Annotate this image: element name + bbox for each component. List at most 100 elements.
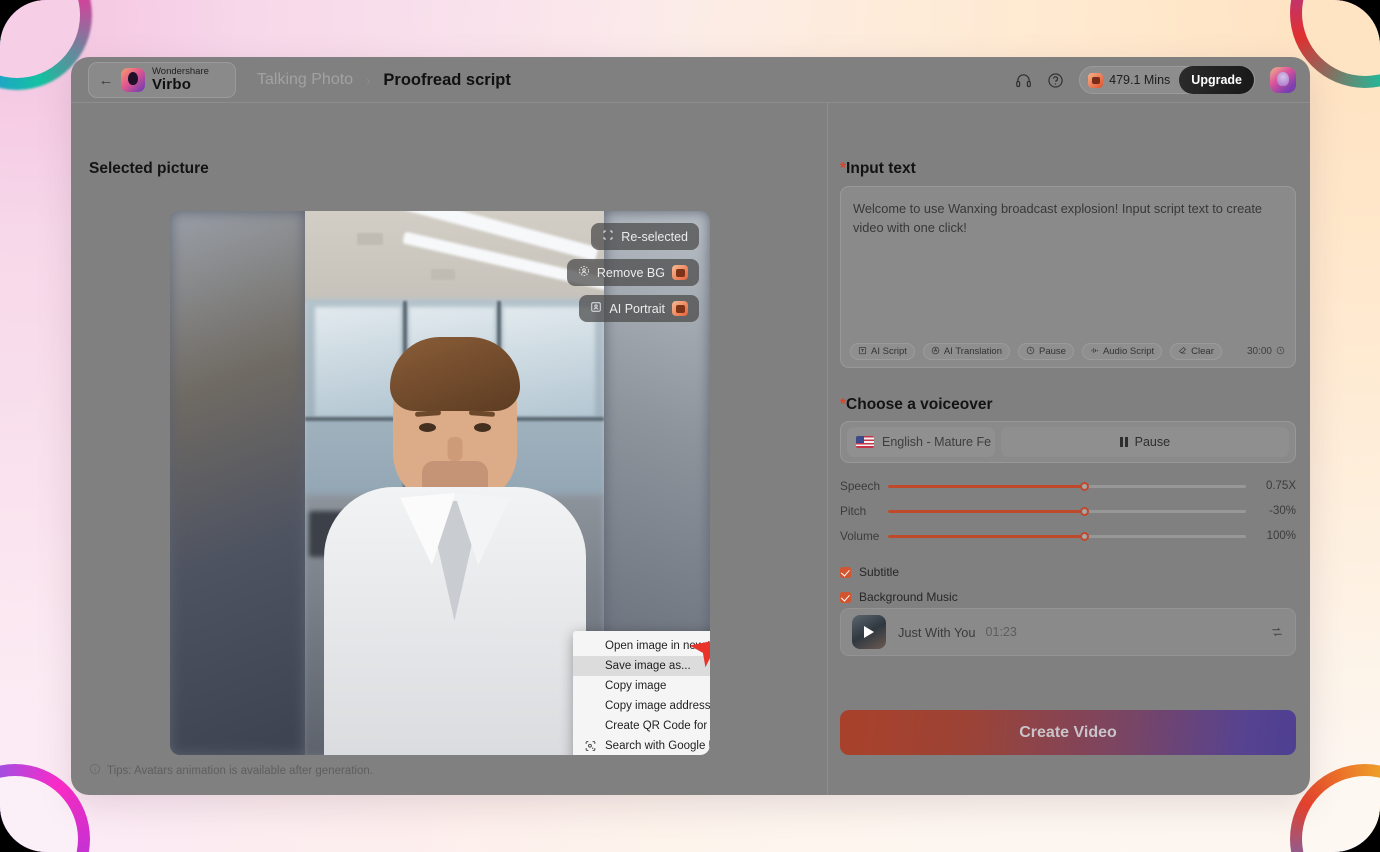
voiceover-title-label: Choose a voiceover bbox=[846, 396, 993, 413]
context-menu-item-copy-image[interactable]: Copy image bbox=[573, 676, 710, 696]
clear-label: Clear bbox=[1191, 346, 1214, 357]
pro-badge-icon bbox=[672, 301, 688, 316]
context-menu-item-search-with-google-lens[interactable]: Search with Google Lens bbox=[573, 736, 710, 755]
page-title: Selected picture bbox=[89, 160, 209, 177]
context-menu-label: Search with Google Lens bbox=[605, 740, 710, 752]
photo-vent bbox=[431, 269, 455, 280]
picture-photo bbox=[305, 211, 604, 755]
photo-ceiling bbox=[305, 211, 604, 303]
ai-portrait-button[interactable]: AI Portrait bbox=[579, 295, 699, 322]
pitch-slider-row: Pitch -30% bbox=[840, 502, 1296, 520]
remove-bg-icon bbox=[578, 265, 590, 280]
virbo-logo-icon bbox=[121, 68, 145, 92]
music-name: Just With You bbox=[898, 624, 976, 640]
ai-translation-button[interactable]: AI Translation bbox=[922, 343, 1010, 360]
clear-button[interactable]: Clear bbox=[1170, 343, 1222, 360]
headset-icon[interactable] bbox=[1015, 72, 1032, 89]
ai-script-label: AI Script bbox=[871, 346, 907, 357]
breadcrumb-parent[interactable]: Talking Photo bbox=[257, 71, 353, 89]
script-textarea[interactable]: Welcome to use Wanxing broadcast explosi… bbox=[840, 186, 1296, 368]
audio-script-button[interactable]: Audio Script bbox=[1081, 343, 1163, 360]
breadcrumb-separator-icon: › bbox=[366, 72, 371, 88]
breadcrumb: Talking Photo › Proofread script bbox=[257, 57, 511, 103]
volume-slider-knob[interactable] bbox=[1080, 531, 1090, 541]
volume-slider-row: Volume 100% bbox=[840, 527, 1296, 545]
upgrade-button[interactable]: Upgrade bbox=[1179, 66, 1254, 94]
picture-blur-left bbox=[170, 211, 305, 755]
pro-badge-icon bbox=[672, 265, 688, 280]
audio-script-label: Audio Script bbox=[1102, 346, 1155, 357]
clear-broom-icon bbox=[1178, 346, 1187, 358]
picture-action-buttons: Re-selected Remove BG AI Portrait bbox=[566, 223, 699, 322]
voice-preview-pause-button[interactable]: Pause bbox=[1001, 427, 1289, 457]
ai-translation-label: AI Translation bbox=[943, 346, 1002, 357]
context-menu-item-create-qr-code[interactable]: Create QR Code for this image bbox=[573, 716, 710, 736]
speech-slider-row: Speech 0.75X bbox=[840, 477, 1296, 495]
context-menu-item-copy-image-address[interactable]: Copy image address bbox=[573, 696, 710, 716]
app-window: ← Wondershare Virbo Talking Photo › Proo… bbox=[71, 57, 1310, 795]
ai-script-button[interactable]: AI Script bbox=[850, 343, 915, 360]
voice-preview-label: Pause bbox=[1134, 435, 1171, 449]
ai-portrait-label: AI Portrait bbox=[609, 301, 665, 316]
volume-slider-label: Volume bbox=[840, 529, 880, 543]
help-circle-icon[interactable] bbox=[1047, 72, 1064, 89]
header-actions: 479.1 Mins Upgrade bbox=[1015, 57, 1296, 103]
cursor-pointer-icon bbox=[688, 636, 710, 675]
context-menu-label: Copy image address bbox=[605, 700, 710, 712]
background-music-checkbox-row[interactable]: Background Music bbox=[840, 590, 958, 604]
credits-pill[interactable]: 479.1 Mins Upgrade bbox=[1079, 66, 1255, 94]
insert-pause-label: Pause bbox=[1039, 346, 1066, 357]
script-duration: 30:00 bbox=[1247, 346, 1285, 358]
script-duration-value: 30:00 bbox=[1246, 346, 1272, 357]
pitch-slider-knob[interactable] bbox=[1080, 506, 1090, 516]
speech-slider-track[interactable] bbox=[888, 481, 1246, 491]
voice-selector[interactable]: English - Mature Fe bbox=[847, 427, 995, 457]
speech-slider-label: Speech bbox=[840, 479, 881, 493]
brand-box: ← Wondershare Virbo bbox=[88, 62, 236, 98]
insert-pause-button[interactable]: Pause bbox=[1018, 343, 1074, 360]
script-text-value: Welcome to use Wanxing broadcast explosi… bbox=[853, 201, 1262, 235]
page-root: ← Wondershare Virbo Talking Photo › Proo… bbox=[0, 0, 1380, 852]
speech-slider-knob[interactable] bbox=[1080, 481, 1090, 491]
subtitle-checkbox-row[interactable]: Subtitle bbox=[840, 565, 899, 579]
shirt-collar-right bbox=[448, 493, 510, 568]
tips-text: Tips: Avatars animation is available aft… bbox=[107, 764, 373, 777]
person-eye bbox=[418, 423, 436, 432]
decor-corner-bl-mask bbox=[0, 776, 78, 852]
music-thumbnail-play[interactable] bbox=[852, 615, 886, 649]
ai-portrait-icon bbox=[590, 301, 602, 316]
audio-wave-icon bbox=[1090, 346, 1099, 358]
background-music-label: Background Music bbox=[859, 590, 958, 604]
person-nose bbox=[447, 437, 462, 461]
decor-corner-tl-mask bbox=[0, 0, 80, 78]
brand-text: Wondershare Virbo bbox=[152, 67, 209, 93]
background-music-checkbox[interactable] bbox=[840, 591, 851, 603]
remove-bg-label: Remove BG bbox=[596, 265, 665, 280]
pitch-slider-track[interactable] bbox=[888, 506, 1246, 516]
background-music-item[interactable]: Just With You 01:23 bbox=[840, 608, 1296, 656]
avatar[interactable] bbox=[1270, 67, 1296, 93]
volume-slider-track[interactable] bbox=[888, 531, 1246, 541]
selected-picture[interactable]: Re-selected Remove BG AI Portrait Open i… bbox=[170, 211, 710, 755]
subtitle-checkbox[interactable] bbox=[840, 566, 851, 578]
context-menu-label: Save image as... bbox=[605, 660, 691, 672]
subtitle-label: Subtitle bbox=[859, 565, 900, 579]
pause-icon bbox=[1119, 437, 1128, 447]
photo-vent bbox=[357, 233, 383, 245]
person-eye bbox=[473, 423, 491, 432]
back-arrow-icon[interactable]: ← bbox=[93, 72, 119, 89]
breadcrumb-current: Proofread script bbox=[383, 70, 511, 89]
remove-bg-button[interactable]: Remove BG bbox=[566, 259, 699, 286]
app-header: ← Wondershare Virbo Talking Photo › Proo… bbox=[71, 57, 1310, 103]
person-brow bbox=[468, 410, 495, 417]
decor-corner-br-mask bbox=[1302, 776, 1380, 852]
create-video-button[interactable]: Create Video bbox=[840, 710, 1296, 755]
ai-script-icon bbox=[858, 346, 867, 358]
clock-icon bbox=[1276, 346, 1285, 358]
context-menu-label: Create QR Code for this image bbox=[605, 720, 710, 732]
shirt-collar-left bbox=[400, 493, 462, 568]
reselect-button[interactable]: Re-selected bbox=[591, 223, 699, 250]
person-shirt bbox=[323, 487, 586, 755]
pitch-slider-label: Pitch bbox=[840, 504, 867, 518]
shuffle-loop-icon[interactable] bbox=[1270, 625, 1284, 639]
